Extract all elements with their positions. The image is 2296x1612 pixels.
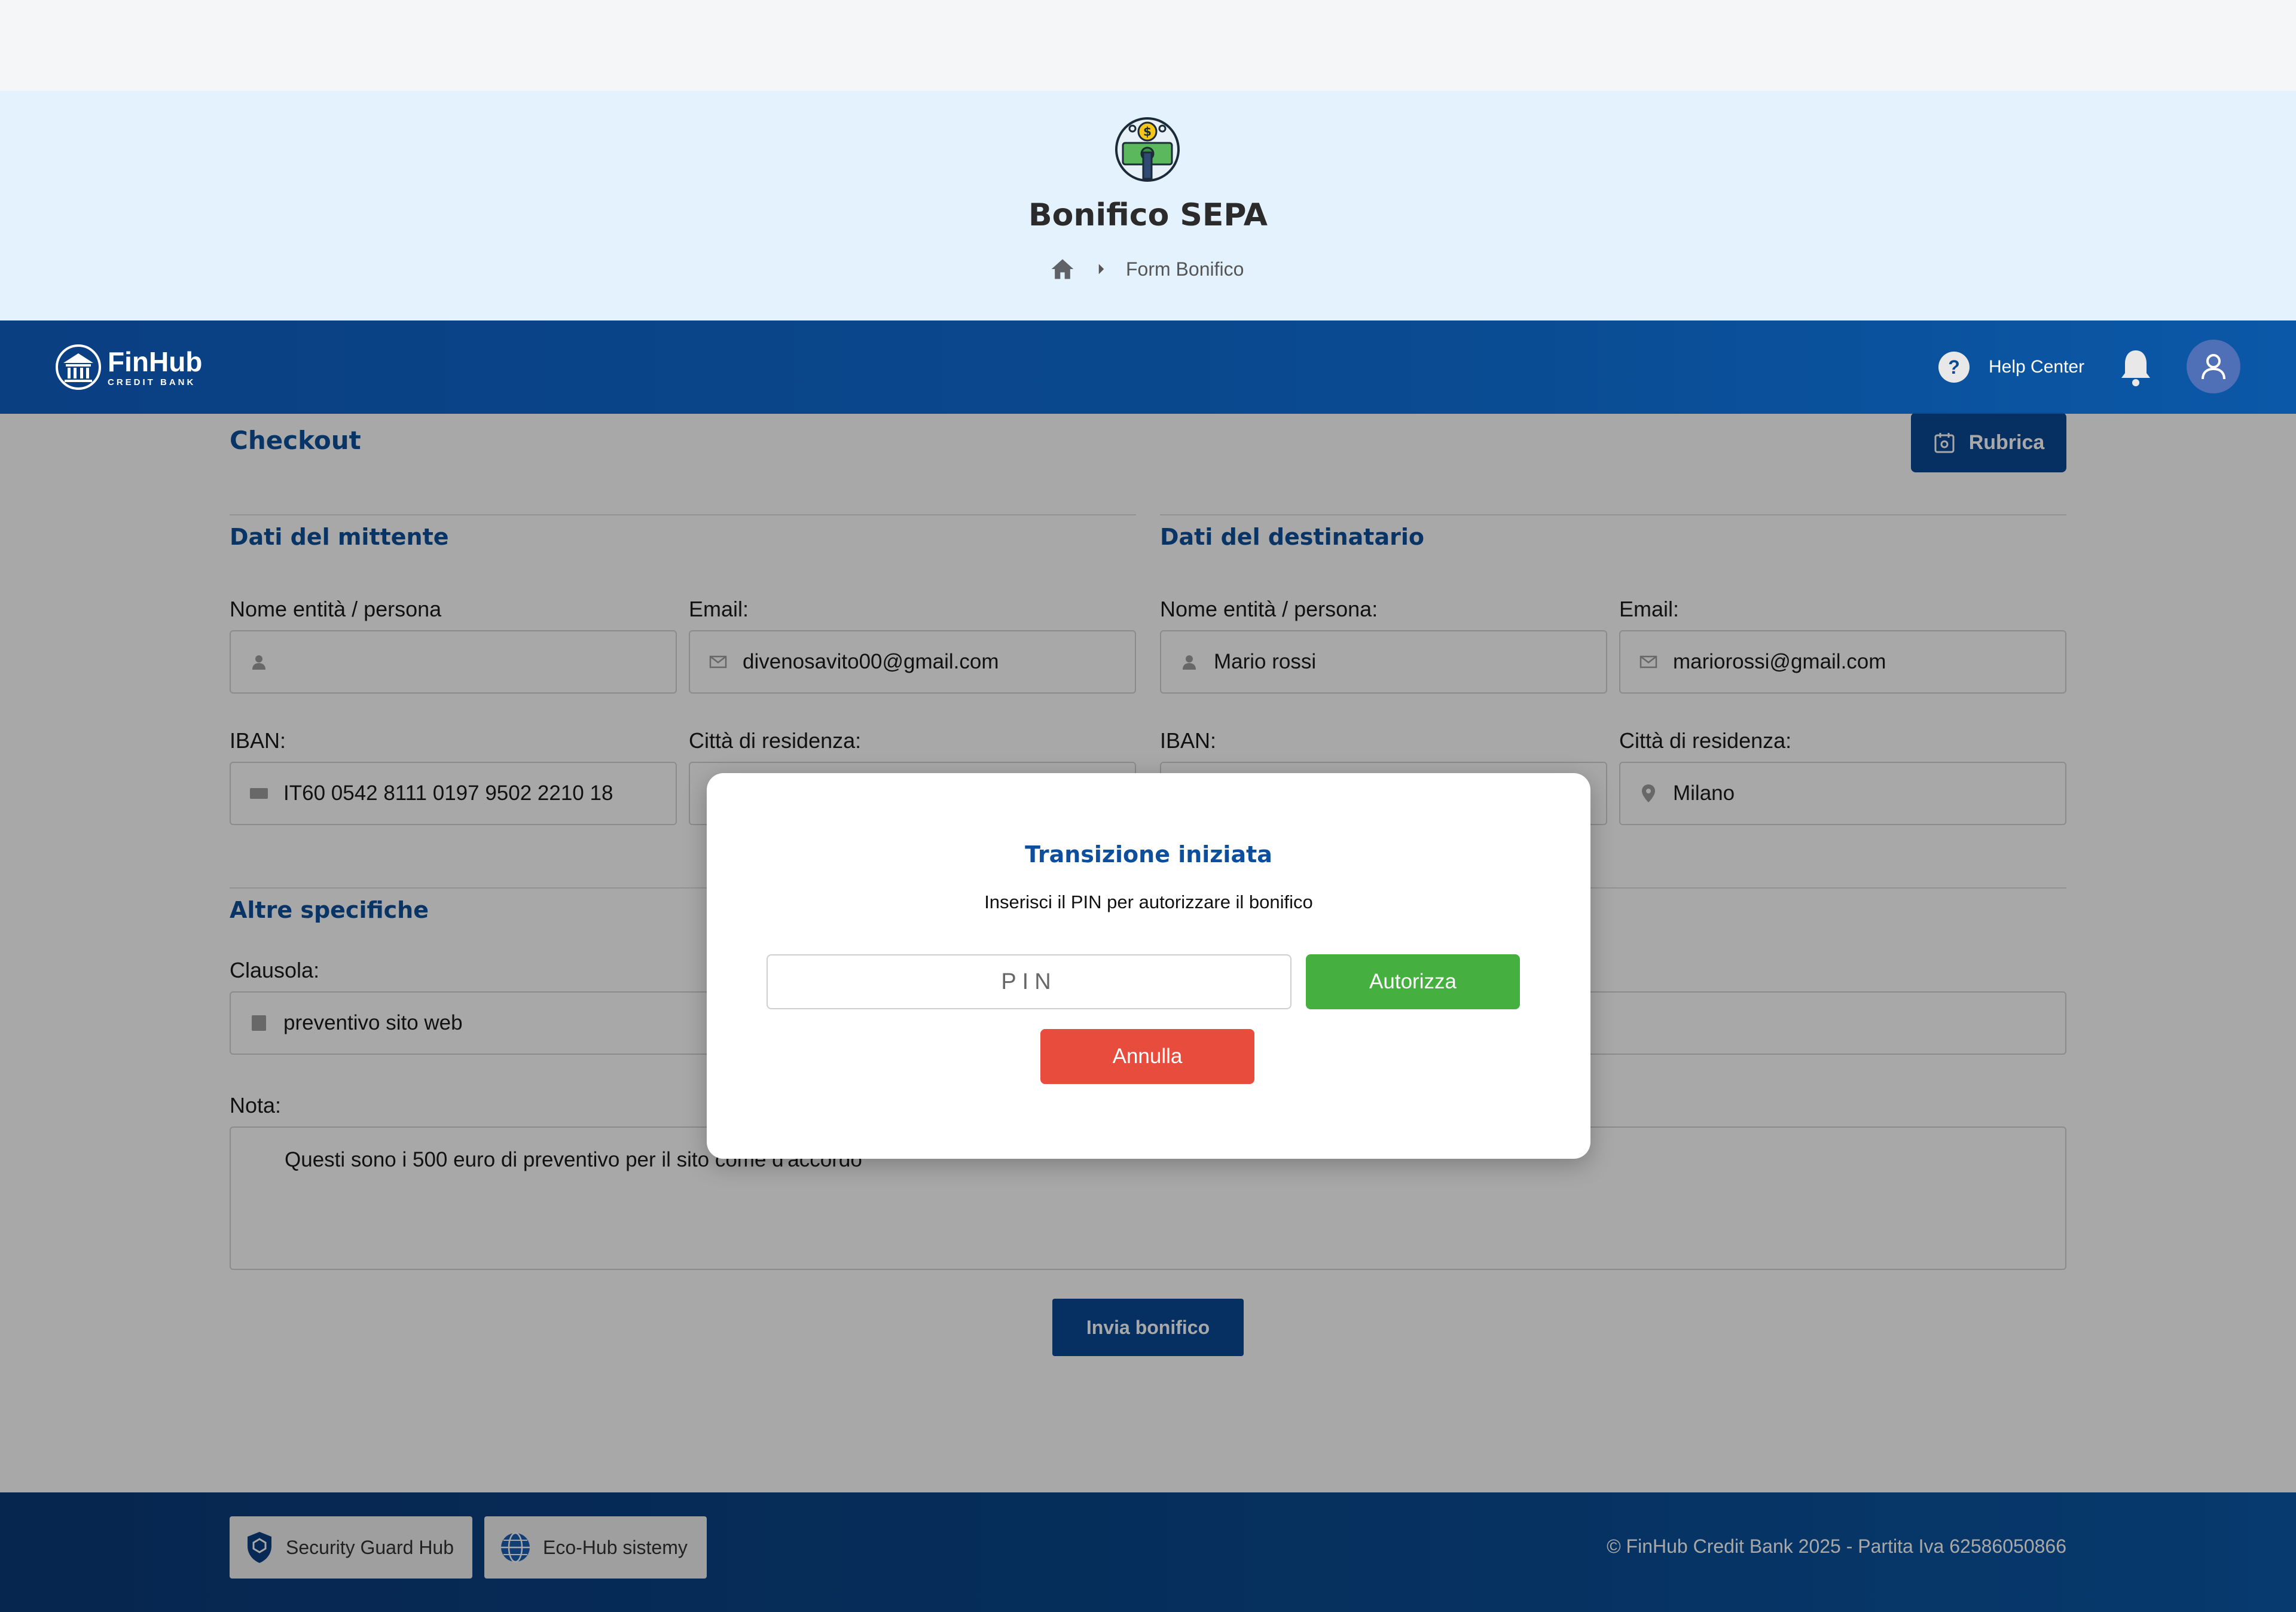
chevron-right-icon — [1098, 264, 1104, 274]
pin-input[interactable] — [767, 954, 1292, 1009]
pin-modal: Transizione iniziata Inserisci il PIN pe… — [707, 773, 1590, 1159]
home-icon[interactable] — [1049, 256, 1076, 282]
user-icon — [2202, 354, 2225, 380]
money-transfer-icon: $ — [1115, 117, 1180, 182]
navbar: FinHub CREDIT BANK ? Help Center — [0, 320, 2296, 414]
page-title: Bonifico SEPA — [1028, 197, 1268, 233]
help-center-link[interactable]: ? Help Center — [1937, 350, 2084, 384]
help-center-label: Help Center — [1989, 357, 2085, 377]
user-avatar[interactable] — [2187, 340, 2240, 393]
bank-icon — [56, 344, 101, 390]
svg-text:$: $ — [1143, 124, 1152, 139]
breadcrumb: Form Bonifico — [1049, 252, 1244, 286]
modal-subtitle: Inserisci il PIN per autorizzare il boni… — [984, 892, 1313, 912]
authorize-button[interactable]: Autorizza — [1306, 954, 1520, 1009]
brand-subtitle: CREDIT BANK — [108, 377, 196, 387]
top-strip — [0, 0, 2296, 91]
help-icon: ? — [1938, 352, 1970, 383]
brand-name: FinHub — [108, 346, 203, 377]
modal-title: Transizione iniziata — [1025, 841, 1272, 868]
breadcrumb-current: Form Bonifico — [1126, 258, 1244, 280]
brand-logo[interactable]: FinHub CREDIT BANK — [55, 338, 202, 396]
cancel-button[interactable]: Annulla — [1040, 1029, 1254, 1084]
svg-text:?: ? — [1948, 356, 1960, 378]
notification-bell-icon[interactable] — [2118, 347, 2154, 387]
